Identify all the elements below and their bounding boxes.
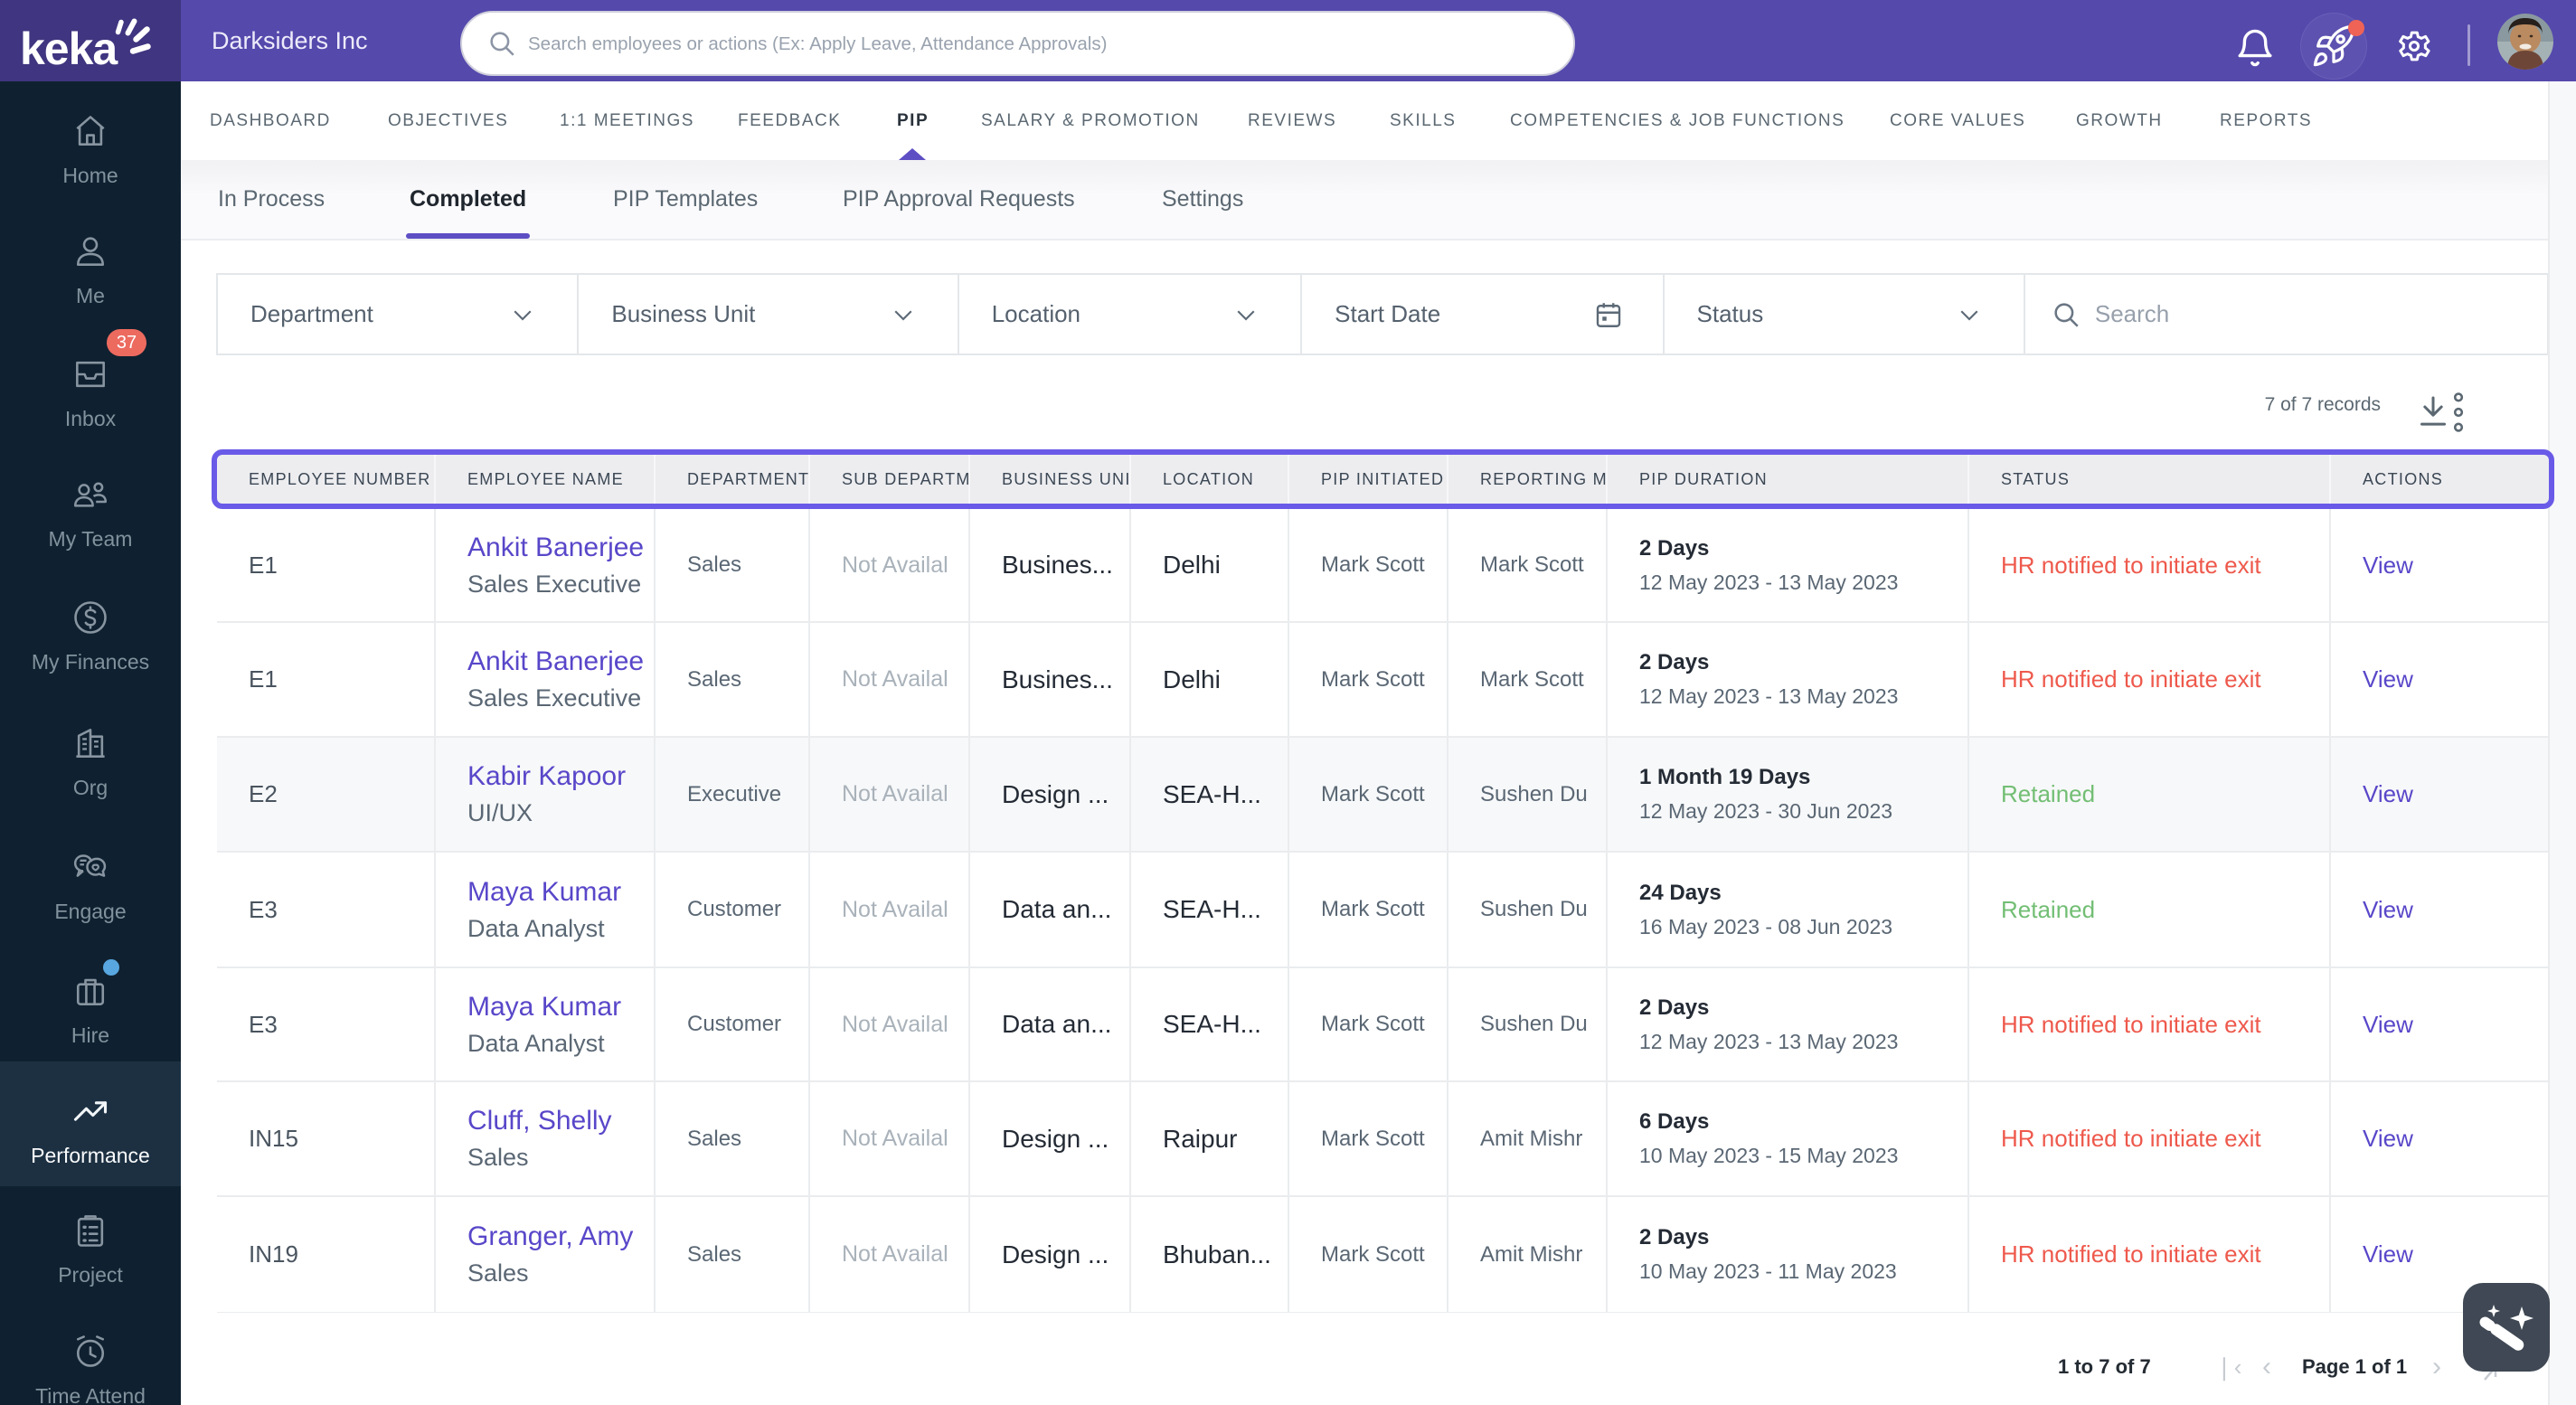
svg-text:keka: keka (20, 24, 118, 74)
